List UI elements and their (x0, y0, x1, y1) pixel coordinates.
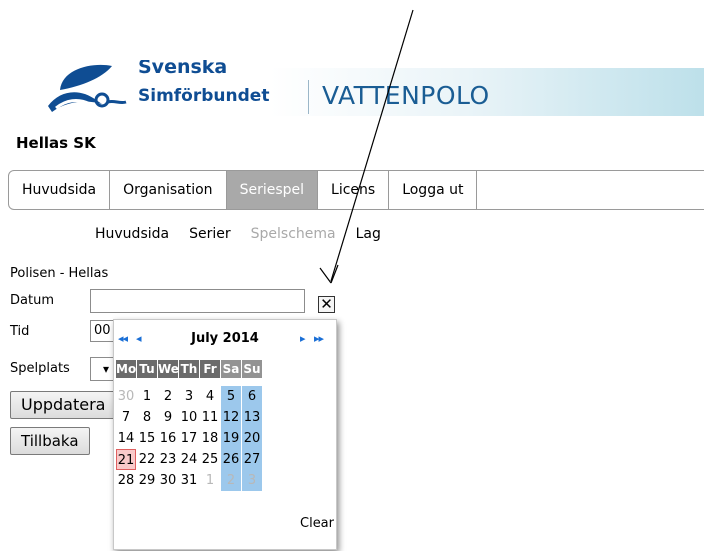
calendar-day[interactable]: 6 (242, 386, 262, 407)
calendar-day[interactable]: 27 (242, 449, 262, 470)
calendar-week: 14 15 16 17 18 19 20 (116, 428, 263, 449)
calendar-day[interactable]: 11 (200, 407, 220, 428)
calendar-day[interactable]: 17 (179, 428, 199, 449)
calendar-day[interactable]: 22 (137, 449, 157, 470)
calendar-day[interactable]: 15 (137, 428, 157, 449)
main-tabs: Huvudsida Organisation Seriespel Licens … (8, 170, 704, 210)
calendar-day[interactable]: 29 (137, 470, 157, 491)
tid-label: Tid (10, 324, 30, 339)
date-picker-popup: ◂◂ ◂ July 2014 ▸ ▸▸ Mo Tu We Th Fr Sa Su… (113, 319, 337, 550)
calendar-day[interactable]: 30 (116, 386, 136, 407)
weekday-label: Mo (116, 360, 137, 378)
calendar-day[interactable]: 9 (158, 407, 178, 428)
calendar-day[interactable]: 28 (116, 470, 136, 491)
weekday-label: Fr (200, 360, 220, 378)
next-year-icon[interactable]: ▸▸ (314, 332, 324, 345)
calendar-day[interactable]: 3 (179, 386, 199, 407)
weekday-label: Sa (221, 360, 241, 378)
subnav-serier[interactable]: Serier (189, 226, 231, 242)
calendar-day[interactable]: 3 (242, 470, 262, 491)
calendar-day[interactable]: 25 (200, 449, 220, 470)
calendar-day[interactable]: 30 (158, 470, 178, 491)
calendar-clear-button[interactable]: Clear (300, 516, 334, 531)
weekday-label: Th (179, 360, 199, 378)
calendar-week: 30 1 2 3 4 5 6 (116, 386, 263, 407)
tab-logga-ut[interactable]: Logga ut (389, 171, 478, 209)
calendar-grid: 30 1 2 3 4 5 6 7 8 9 10 11 12 13 14 15 1… (116, 386, 263, 491)
sub-navigation: Huvudsida Serier Spelschema Lag (95, 226, 401, 242)
calendar-day[interactable]: 16 (158, 428, 178, 449)
tab-seriespel[interactable]: Seriespel (226, 171, 319, 209)
calendar-day[interactable]: 5 (221, 386, 241, 407)
datum-label: Datum (10, 293, 54, 308)
calendar-day[interactable]: 2 (221, 470, 241, 491)
tab-licens[interactable]: Licens (318, 171, 390, 209)
calendar-day[interactable]: 19 (221, 428, 241, 449)
calendar-week: 7 8 9 10 11 12 13 (116, 407, 263, 428)
subnav-spelschema[interactable]: Spelschema (251, 226, 336, 242)
calendar-week: 21 22 23 24 25 26 27 (116, 449, 263, 470)
calendar-day[interactable]: 24 (179, 449, 199, 470)
subnav-huvudsida[interactable]: Huvudsida (95, 226, 169, 242)
subnav-lag[interactable]: Lag (356, 226, 381, 242)
brand-section-title: VATTENPOLO (322, 81, 490, 110)
calendar-day[interactable]: 1 (200, 470, 220, 491)
site-header: Svenska Simförbundet VATTENPOLO (0, 60, 704, 120)
calendar-day[interactable]: 20 (242, 428, 262, 449)
calendar-day[interactable]: 1 (137, 386, 157, 407)
calendar-day[interactable]: 14 (116, 428, 136, 449)
weekday-label: Su (242, 360, 262, 378)
calendar-day[interactable]: 10 (179, 407, 199, 428)
calendar-day-today[interactable]: 21 (116, 449, 136, 470)
next-month-icon[interactable]: ▸ (300, 332, 305, 345)
calendar-day[interactable]: 23 (158, 449, 178, 470)
calendar-week: 28 29 30 31 1 2 3 (116, 470, 263, 491)
calendar-day[interactable]: 18 (200, 428, 220, 449)
swimmer-logo-icon (48, 64, 127, 112)
chevron-down-icon: ▾ (103, 362, 110, 376)
calendar-header: ◂◂ ◂ July 2014 ▸ ▸▸ (114, 320, 336, 360)
datum-input[interactable] (90, 289, 305, 313)
calendar-day[interactable]: 8 (137, 407, 157, 428)
calendar-day[interactable]: 7 (116, 407, 136, 428)
back-button[interactable]: Tillbaka (10, 427, 90, 455)
spelplats-label: Spelplats (10, 361, 70, 376)
brand-name-line1: Svenska (138, 60, 228, 78)
brand-name-line2: Simförbundet (138, 86, 270, 106)
calendar-day[interactable]: 13 (242, 407, 262, 428)
update-button[interactable]: Uppdatera (10, 391, 117, 419)
weekday-label: We (158, 360, 179, 378)
match-title: Polisen - Hellas (10, 266, 109, 281)
club-name: Hellas SK (16, 134, 96, 152)
brand-divider (308, 80, 309, 114)
tab-huvudsida[interactable]: Huvudsida (9, 171, 111, 209)
calendar-day[interactable]: 31 (179, 470, 199, 491)
calendar-day[interactable]: 12 (221, 407, 241, 428)
calendar-day[interactable]: 4 (200, 386, 220, 407)
weekday-label: Tu (137, 360, 157, 378)
calendar-day[interactable]: 26 (221, 449, 241, 470)
tab-organisation[interactable]: Organisation (110, 171, 227, 209)
clear-date-icon[interactable]: ✕ (318, 296, 335, 313)
calendar-day[interactable]: 2 (158, 386, 178, 407)
weekday-header: Mo Tu We Th Fr Sa Su (116, 360, 263, 378)
